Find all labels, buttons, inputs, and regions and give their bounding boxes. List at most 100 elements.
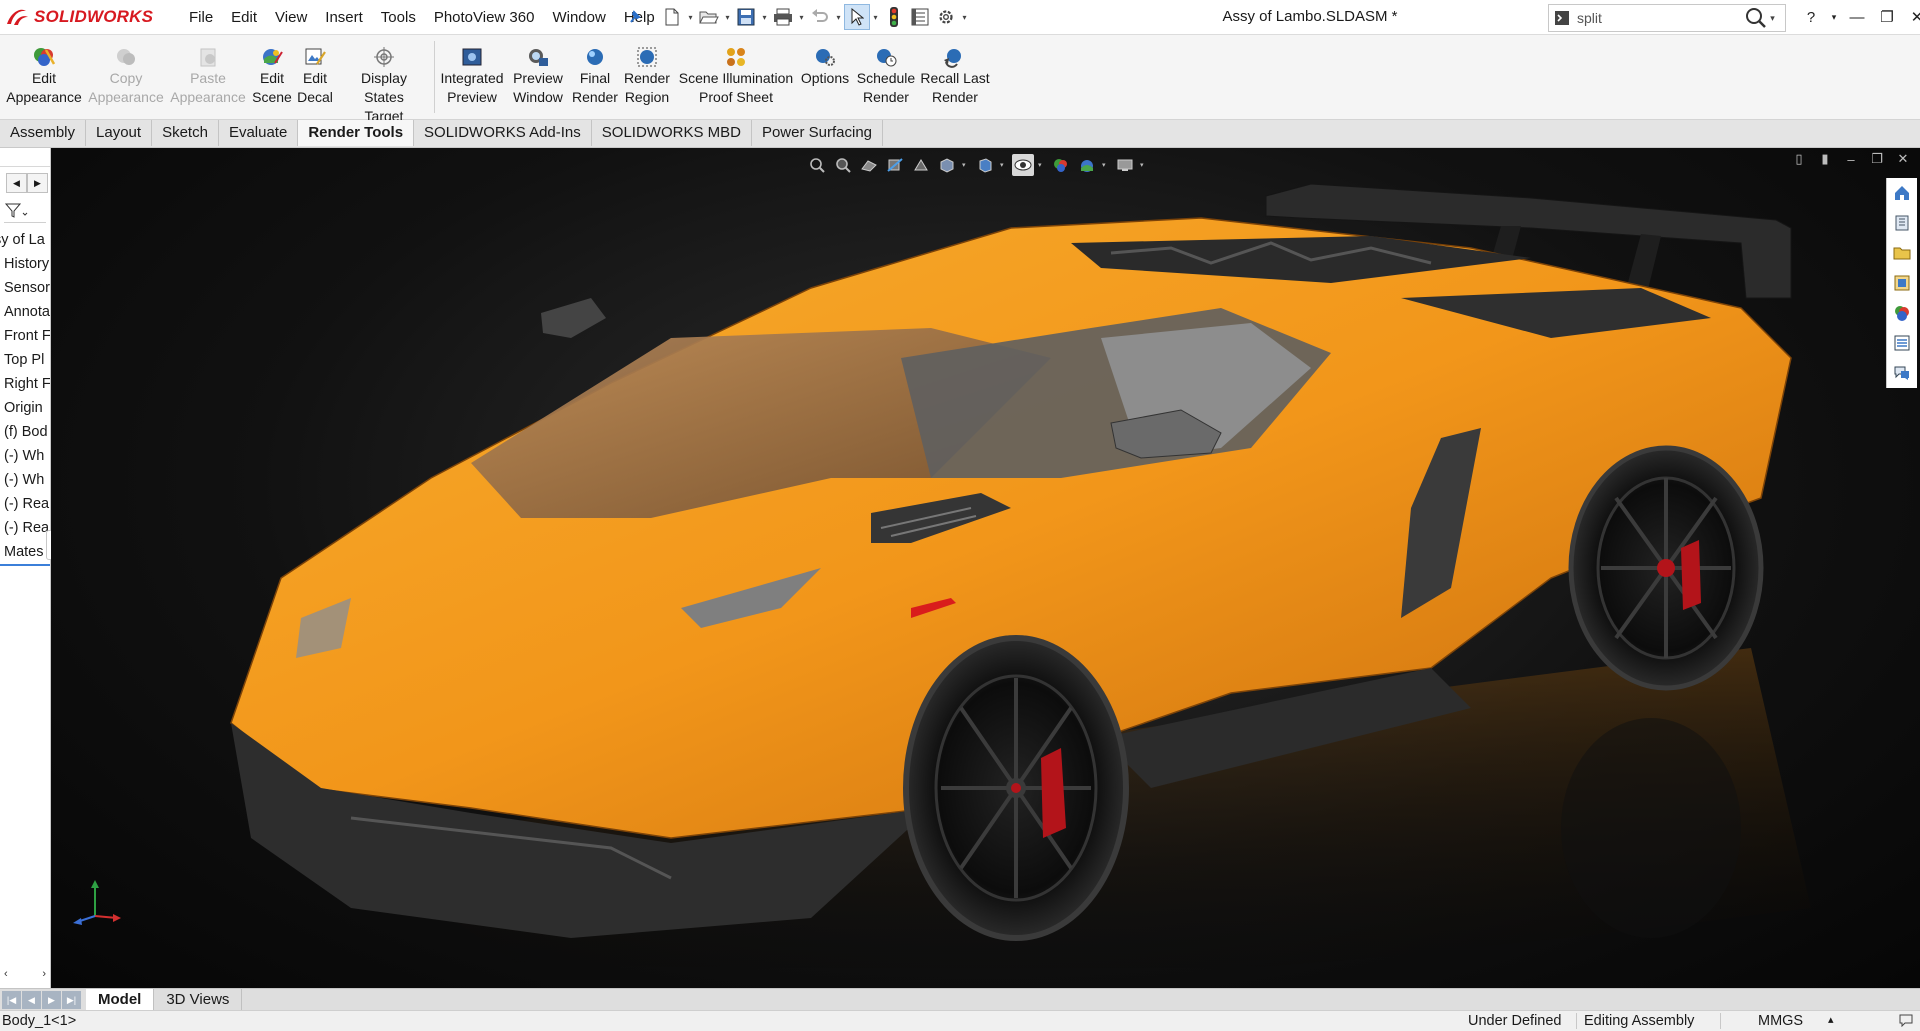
tree-item-history[interactable]: History [0,252,50,276]
tree-item-body[interactable]: (f) Bod [0,420,50,444]
menu-window[interactable]: Window [543,9,614,26]
display-style-dropdown-icon[interactable]: ▾ [1000,161,1008,169]
tab-layout[interactable]: Layout [86,120,153,146]
new-dropdown-icon[interactable]: ▾ [686,5,695,29]
tree-item-wheel-2[interactable]: (-) Wh [0,468,50,492]
solidworks-logo[interactable]: SOLIDWORKS [4,2,154,32]
undo-icon[interactable] [808,5,832,29]
file-properties-icon[interactable] [908,5,932,29]
tab-power-surfacing[interactable]: Power Surfacing [752,120,884,146]
menu-photoview-360[interactable]: PhotoView 360 [425,9,544,26]
viewport-close-icon[interactable]: ✕ [1896,151,1910,166]
menu-file[interactable]: File [180,9,222,26]
tree-item-right-plane[interactable]: Right F [0,372,50,396]
search-button[interactable]: ▾ [1737,6,1783,30]
render-region-button[interactable]: Render Region [622,45,672,107]
view-palette-icon[interactable] [1888,268,1916,298]
tab-model[interactable]: Model [86,989,155,1011]
save-dropdown-icon[interactable]: ▾ [760,5,769,29]
open-folder-icon[interactable] [697,5,721,29]
menu-tools[interactable]: Tools [372,9,425,26]
options-button[interactable]: Options [798,45,852,88]
tree-item-annotations[interactable]: Annota [0,300,50,324]
apply-scene-icon[interactable] [1076,154,1098,176]
menu-view[interactable]: View [266,9,316,26]
scroll-left-icon[interactable]: ◀ [6,173,27,193]
search-input[interactable] [1575,6,1729,30]
section-view-icon[interactable] [884,154,906,176]
units-system-button[interactable]: MMGS [1758,1013,1803,1029]
tree-item-top-plane[interactable]: Top Pl [0,348,50,372]
preview-window-button[interactable]: Preview Window [510,45,566,107]
search-dropdown-icon[interactable]: ▾ [1770,13,1775,24]
tab-evaluate[interactable]: Evaluate [219,120,299,146]
tree-scroll-left-icon[interactable]: ‹ [4,968,8,980]
previous-tab-icon[interactable]: ◀ [22,991,41,1009]
select-arrow-icon[interactable] [844,4,870,30]
menu-insert[interactable]: Insert [316,9,372,26]
view-orientation-icon[interactable] [936,154,958,176]
units-menu-arrow-icon[interactable]: ▴ [1828,1013,1834,1026]
paste-appearance-button[interactable]: Paste Appearance [170,45,246,107]
tab-assembly[interactable]: Assembly [0,120,87,146]
schedule-render-button[interactable]: Schedule Render [856,45,916,107]
last-tab-icon[interactable]: ▶| [62,991,81,1009]
close-button[interactable]: ✕ [1906,6,1920,28]
help-dropdown-icon[interactable]: ▾ [1830,6,1838,28]
integrated-preview-button[interactable]: Integrated Preview [440,45,504,107]
tree-item-origin[interactable]: Origin [0,396,50,420]
rebuild-traffic-light-icon[interactable] [882,5,906,29]
edit-decal-button[interactable]: Edit Decal [295,45,335,107]
view-settings-icon[interactable] [1114,154,1136,176]
first-tab-icon[interactable]: |◀ [2,991,21,1009]
tree-item-mates[interactable]: Mates [0,540,50,566]
tree-filter[interactable] [4,200,46,223]
search-commands-icon[interactable] [1549,5,1575,31]
tree-item-front-plane[interactable]: Front F [0,324,50,348]
tree-item-sensors[interactable]: Sensor [0,276,50,300]
car-model-render[interactable] [51,148,1920,988]
view-settings-dropdown-icon[interactable]: ▾ [1140,161,1148,169]
recall-last-render-button[interactable]: Recall Last Render [918,45,992,107]
previous-view-icon[interactable] [858,154,880,176]
new-document-icon[interactable] [660,5,684,29]
solidworks-resources-icon[interactable] [1888,178,1916,208]
hide-show-items-icon[interactable] [1012,154,1034,176]
next-tab-icon[interactable]: ▶ [42,991,61,1009]
design-library-icon[interactable] [1888,208,1916,238]
tree-scroll-right-icon[interactable]: › [42,968,46,980]
edit-scene-button[interactable]: Edit Scene [252,45,292,107]
tab-3d-views[interactable]: 3D Views [154,989,243,1011]
tree-item-assembly-root[interactable]: sy of La [0,228,50,252]
tab-solidworks-add-ins[interactable]: SOLIDWORKS Add-Ins [414,120,592,146]
undo-dropdown-icon[interactable]: ▾ [834,5,843,29]
display-states-target-button[interactable]: Display States Target [340,45,428,126]
copy-appearance-button[interactable]: Copy Appearance [88,45,164,107]
minimize-button[interactable]: — [1846,6,1868,28]
edit-appearance-button[interactable]: Edit Appearance [6,45,82,107]
menu-edit[interactable]: Edit [222,9,266,26]
final-render-button[interactable]: Final Render [572,45,618,107]
solidworks-forum-icon[interactable] [1888,358,1916,388]
tab-solidworks-mbd[interactable]: SOLIDWORKS MBD [592,120,752,146]
graphics-area[interactable]: ▾ ▾ ▾ ▾ ▾ ▯ ▮ – ❐ ✕ [51,148,1920,988]
zoom-to-area-icon[interactable] [832,154,854,176]
print-dropdown-icon[interactable]: ▾ [797,5,806,29]
tree-item-rear-2[interactable]: (-) Rea [0,516,50,540]
quick-tips-icon[interactable] [1898,1013,1914,1031]
custom-properties-icon[interactable] [1888,328,1916,358]
display-style-icon[interactable] [974,154,996,176]
viewport-minimize-icon[interactable]: – [1844,152,1858,167]
view-orientation-dropdown-icon[interactable]: ▾ [962,161,970,169]
appearances-scenes-decals-icon[interactable] [1888,298,1916,328]
options-dropdown-icon[interactable]: ▾ [960,5,969,29]
save-icon[interactable] [734,5,758,29]
scroll-right-icon[interactable]: ▶ [27,173,48,193]
viewport-layout-icon[interactable]: ▮ [1818,151,1832,166]
restore-button[interactable]: ❐ [1876,6,1898,28]
apply-scene-dropdown-icon[interactable]: ▾ [1102,161,1110,169]
print-icon[interactable] [771,5,795,29]
tab-sketch[interactable]: Sketch [152,120,219,146]
scene-illumination-proof-sheet-button[interactable]: Scene Illumination Proof Sheet [676,45,796,107]
open-dropdown-icon[interactable]: ▾ [723,5,732,29]
